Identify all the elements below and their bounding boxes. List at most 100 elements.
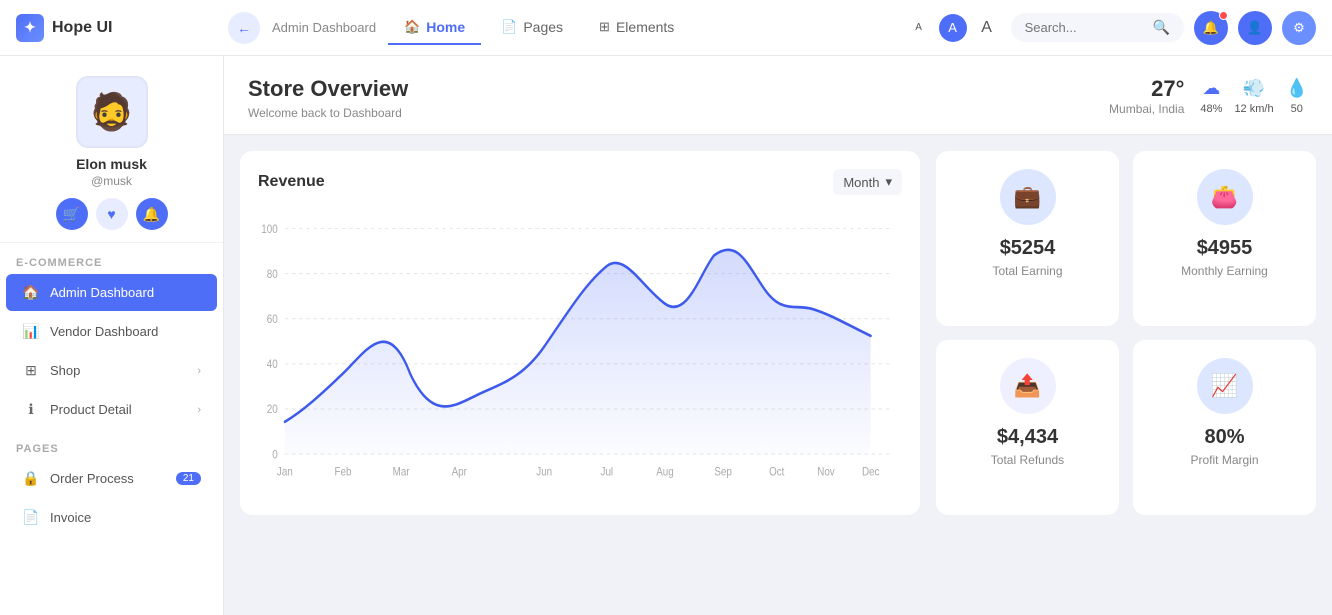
monthly-earning-card: 👛 $4955 Monthly Earning xyxy=(1133,151,1316,326)
sidebar-item-invoice[interactable]: 📄 Invoice xyxy=(6,499,217,536)
weather-location: Mumbai, India xyxy=(1109,102,1184,116)
chart-container: 100 80 60 40 20 0 Jan Feb Mar xyxy=(258,207,902,497)
svg-text:60: 60 xyxy=(267,313,278,326)
wind-icon: 💨 xyxy=(1243,78,1265,99)
tab-pages[interactable]: 📄 Pages xyxy=(485,11,579,45)
invoice-icon: 📄 xyxy=(22,509,40,526)
water-icon: 💧 xyxy=(1286,78,1308,99)
order-process-label: Order Process xyxy=(50,471,134,486)
cloud-icon: ☁ xyxy=(1202,78,1220,99)
back-button[interactable]: ← xyxy=(228,12,260,44)
store-overview-text: Store Overview Welcome back to Dashboard xyxy=(248,76,408,120)
svg-text:Mar: Mar xyxy=(393,466,410,479)
font-small-btn[interactable]: A xyxy=(905,14,933,42)
chart-title: Revenue xyxy=(258,173,325,191)
product-detail-icon: ℹ xyxy=(22,401,40,418)
font-large-btn[interactable]: A xyxy=(973,14,1001,42)
profit-margin-card: 📈 80% Profit Margin xyxy=(1133,340,1316,515)
settings-btn[interactable]: ⚙ xyxy=(1282,11,1316,45)
revenue-chart-card: Revenue Month ▾ xyxy=(240,151,920,515)
store-title: Store Overview xyxy=(248,76,408,102)
topnav: ✦ Hope UI ← Admin Dashboard 🏠 Home 📄 Pag… xyxy=(0,0,1332,56)
monthly-earning-label: Monthly Earning xyxy=(1181,264,1268,278)
font-size-controls: A A A xyxy=(905,14,1001,42)
total-earning-card: 💼 $5254 Total Earning xyxy=(936,151,1119,326)
svg-text:Nov: Nov xyxy=(817,466,835,479)
svg-text:80: 80 xyxy=(267,268,278,281)
humidity-stat: ☁ 48% xyxy=(1200,78,1222,115)
main-grid: Revenue Month ▾ xyxy=(224,135,1332,531)
tab-elements[interactable]: ⊞ Elements xyxy=(583,11,690,45)
month-dropdown[interactable]: Month ▾ xyxy=(833,169,902,195)
total-earning-label: Total Earning xyxy=(992,264,1062,278)
elements-tab-label: Elements xyxy=(616,19,674,35)
humidity-value: 48% xyxy=(1200,103,1222,115)
svg-text:Jan: Jan xyxy=(277,466,293,479)
total-refunds-value: $4,434 xyxy=(997,426,1058,449)
svg-text:100: 100 xyxy=(261,223,277,236)
vendor-dashboard-label: Vendor Dashboard xyxy=(50,324,158,339)
store-header: Store Overview Welcome back to Dashboard… xyxy=(224,56,1332,135)
breadcrumb: Admin Dashboard xyxy=(272,20,376,35)
order-process-icon: 🔒 xyxy=(22,470,40,487)
total-refunds-label: Total Refunds xyxy=(991,453,1064,467)
home-tab-label: Home xyxy=(426,19,465,35)
monthly-earning-value: $4955 xyxy=(1197,237,1253,260)
shop-icon: ⊞ xyxy=(22,362,40,379)
total-refunds-card: 📤 $4,434 Total Refunds xyxy=(936,340,1119,515)
shop-arrow-icon: › xyxy=(197,365,201,377)
revenue-chart-svg: 100 80 60 40 20 0 Jan Feb Mar xyxy=(258,207,902,497)
notification-badge xyxy=(1219,11,1228,20)
wind-value: 12 km/h xyxy=(1234,103,1273,115)
tab-home[interactable]: 🏠 Home xyxy=(388,11,481,45)
vendor-dashboard-icon: 📊 xyxy=(22,323,40,340)
monthly-earning-icon-wrap: 👛 xyxy=(1197,169,1253,225)
dropdown-arrow-icon: ▾ xyxy=(885,174,892,190)
profile-name: Elon musk xyxy=(76,156,147,172)
elements-tab-icon: ⊞ xyxy=(599,19,610,35)
weather-stats: ☁ 48% 💨 12 km/h 💧 50 xyxy=(1200,78,1308,115)
admin-dashboard-icon: 🏠 xyxy=(22,284,40,301)
search-input[interactable] xyxy=(1025,20,1145,35)
pages-section-label: PAGES xyxy=(0,429,223,459)
shop-label: Shop xyxy=(50,363,80,378)
chart-header: Revenue Month ▾ xyxy=(258,169,902,195)
svg-text:Feb: Feb xyxy=(335,466,352,479)
svg-text:Jun: Jun xyxy=(536,466,552,479)
profit-margin-icon-wrap: 📈 xyxy=(1197,358,1253,414)
month-dropdown-label: Month xyxy=(843,175,879,190)
main-layout: 🧔 Elon musk @musk 🛒 ♥ 🔔 E-COMMERCE 🏠 Adm… xyxy=(0,56,1332,615)
svg-text:Aug: Aug xyxy=(656,466,673,479)
profile-handle: @musk xyxy=(91,174,132,188)
profit-margin-value: 80% xyxy=(1204,426,1244,449)
svg-text:40: 40 xyxy=(267,358,278,371)
user-avatar-btn[interactable]: 👤 xyxy=(1238,11,1272,45)
font-medium-btn[interactable]: A xyxy=(939,14,967,42)
svg-text:Oct: Oct xyxy=(769,466,784,479)
cart-action-btn[interactable]: 🛒 xyxy=(56,198,88,230)
app-name: Hope UI xyxy=(52,19,112,37)
alert-action-btn[interactable]: 🔔 xyxy=(136,198,168,230)
search-icon: 🔍 xyxy=(1153,19,1170,36)
sidebar-item-vendor-dashboard[interactable]: 📊 Vendor Dashboard xyxy=(6,313,217,350)
profile-actions: 🛒 ♥ 🔔 xyxy=(56,198,168,230)
aqi-value: 50 xyxy=(1291,103,1303,115)
logo[interactable]: ✦ Hope UI xyxy=(16,14,216,42)
notification-btn[interactable]: 🔔 xyxy=(1194,11,1228,45)
main-content: Store Overview Welcome back to Dashboard… xyxy=(224,56,1332,615)
sidebar-item-product-detail[interactable]: ℹ Product Detail › xyxy=(6,391,217,428)
logo-icon: ✦ xyxy=(16,14,44,42)
sidebar-profile: 🧔 Elon musk @musk 🛒 ♥ 🔔 xyxy=(0,56,223,243)
weather-widget: 27° Mumbai, India ☁ 48% 💨 12 km/h 💧 50 xyxy=(1109,76,1308,116)
wishlist-action-btn[interactable]: ♥ xyxy=(96,198,128,230)
svg-text:Apr: Apr xyxy=(452,466,468,479)
pages-tab-label: Pages xyxy=(523,19,563,35)
sidebar: 🧔 Elon musk @musk 🛒 ♥ 🔔 E-COMMERCE 🏠 Adm… xyxy=(0,56,224,615)
trending-icon: 📈 xyxy=(1211,373,1238,399)
briefcase-icon: 💼 xyxy=(1014,184,1041,210)
sidebar-item-order-process[interactable]: 🔒 Order Process 21 xyxy=(6,460,217,497)
stats-grid: 💼 $5254 Total Earning 👛 $4955 Monthly Ea… xyxy=(936,151,1316,515)
settings-icon: ⚙ xyxy=(1282,11,1316,45)
sidebar-item-admin-dashboard[interactable]: 🏠 Admin Dashboard xyxy=(6,274,217,311)
sidebar-item-shop[interactable]: ⊞ Shop › xyxy=(6,352,217,389)
